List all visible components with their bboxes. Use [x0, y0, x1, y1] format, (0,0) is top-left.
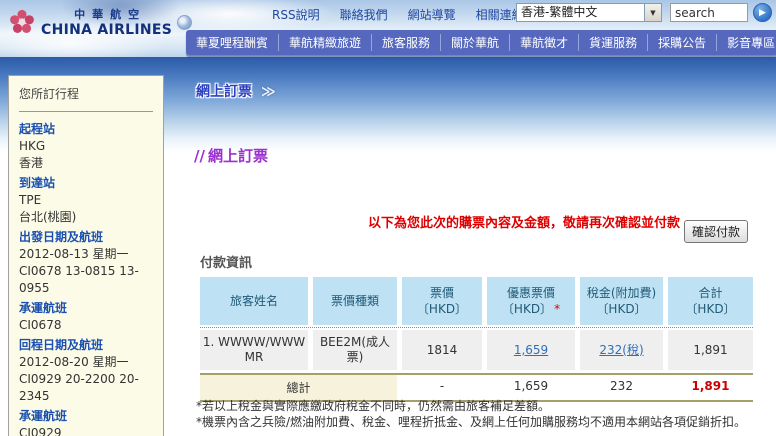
link-rss-info[interactable]: RSS說明 [272, 6, 320, 23]
sidebar-value-return-flight: CI0929 20-2200 20-2345 [19, 372, 139, 403]
sidebar-label-departure: 出發日期及航班 [19, 230, 104, 244]
header-total: 合計 〔HKD〕 [668, 277, 753, 325]
plum-blossom-icon [8, 8, 36, 36]
cell-row-total: 1,891 [668, 330, 753, 370]
sidebar-label-return: 回程日期及航班 [19, 338, 104, 352]
arrow-right-icon: ▶ [759, 7, 766, 18]
cell-fare-type: BEE2M(成人票) [313, 330, 397, 370]
search-input[interactable] [670, 3, 748, 22]
sidebar-label-operating-flight: 承運航班 [19, 301, 68, 315]
search-go-button[interactable]: ▶ [753, 3, 772, 22]
sidebar-value-operating-flight-return: CI0929 [19, 426, 62, 436]
total-tax: 232 [580, 375, 663, 400]
nav-item-careers[interactable]: 華航徵才 [509, 34, 578, 51]
link-contact-us[interactable]: 聯絡我們 [340, 6, 388, 23]
dotted-divider [200, 327, 753, 328]
cell-passenger-name: 1. WWWW/WWW MR [200, 330, 308, 370]
header-discount-fare: 優惠票價 〔HKD〕 * [487, 277, 575, 325]
sidebar-value-destination-code: TPE [19, 193, 42, 207]
nav-item-travel-packages[interactable]: 華航精緻旅遊 [278, 34, 371, 51]
language-select[interactable]: 香港-繁體中文 ▼ [516, 3, 662, 22]
cell-tax-link: 232(稅) [580, 330, 663, 370]
table-row: 1. WWWW/WWW MR BEE2M(成人票) 1814 1,659 232… [200, 330, 753, 370]
footnotes: *若以上稅金與實際應繳政府稅金不同時，仍然需由旅客補足差額。 *機票內含之兵險/… [196, 398, 746, 430]
itinerary-sidebar: 您所訂行程 起程站 HKG 香港 到達站 TPE 台北(桃園) 出發日期及航班 … [8, 75, 164, 436]
nav-item-about[interactable]: 關於華航 [440, 34, 509, 51]
sidebar-value-departure-date: 2012-08-13 星期一 [19, 247, 129, 261]
sidebar-value-destination-city: 台北(桃園) [19, 210, 77, 224]
page-title: //網上訂票 [194, 145, 268, 166]
breadcrumb[interactable]: 網上訂票 ≫ [196, 81, 276, 101]
sidebar-label-origin: 起程站 [19, 122, 56, 136]
topbar-links: RSS說明 聯絡我們 網站導覽 相關連結 [272, 6, 524, 23]
required-asterisk: * [554, 302, 561, 316]
page-title-text: 網上訂票 [207, 147, 268, 165]
main-navigation: 華夏哩程酬賓 華航精緻旅遊 旅客服務 關於華航 華航徵才 貨運服務 採購公告 影… [186, 30, 776, 55]
footnote-no-discount: *機票內含之兵險/燃油附加費、稅金、哩程折抵金、及網上任何加購服務均不適用本網站… [196, 415, 747, 429]
cell-fare: 1814 [402, 330, 482, 370]
tax-detail-link[interactable]: 232(稅) [599, 343, 643, 358]
nav-item-passenger-service[interactable]: 旅客服務 [371, 34, 440, 51]
title-slashes: // [194, 147, 205, 165]
sidebar-title: 您所訂行程 [19, 87, 80, 101]
total-discount-fare: 1,659 [487, 375, 575, 400]
sidebar-value-operating-flight: CI0678 [19, 318, 62, 332]
nav-item-cargo[interactable]: 貨運服務 [578, 34, 647, 51]
page: 中華航空 CHINA AIRLINES RSS說明 聯絡我們 網站導覽 相關連結… [0, 0, 776, 436]
logo-english-name: CHINA AIRLINES [41, 22, 173, 38]
grand-total: 1,891 [668, 375, 753, 400]
sidebar-value-departure-flight: CI0678 13-0815 13-0955 [19, 264, 139, 295]
chevron-down-icon[interactable]: ▼ [644, 4, 661, 21]
sidebar-label-operating-flight-return: 承運航班 [19, 409, 68, 423]
payment-info-title: 付款資訊 [200, 256, 253, 271]
header-fare-type: 票價種類 [313, 277, 397, 325]
nav-item-media[interactable]: 影音專區 [716, 34, 776, 51]
header-fare: 票價 〔HKD〕 [402, 277, 482, 325]
table-header-row: 旅客姓名 票價種類 票價 〔HKD〕 優惠票價 〔HKD〕 * 稅金(附加費) … [200, 277, 753, 325]
sidebar-value-origin-city: 香港 [19, 156, 44, 170]
logo-chinese-name: 中華航空 [74, 8, 147, 21]
language-selected-value: 香港-繁體中文 [521, 5, 598, 19]
sidebar-value-return-date: 2012-08-20 星期一 [19, 355, 129, 369]
sidebar-divider [19, 111, 153, 112]
header-tax-surcharge: 稅金(附加費) 〔HKD〕 [580, 277, 663, 325]
nav-item-procurement[interactable]: 採購公告 [647, 34, 716, 51]
globe-swirl-icon [177, 14, 193, 30]
china-airlines-logo[interactable]: 中華航空 CHINA AIRLINES [8, 6, 193, 38]
total-label: 總計 [200, 375, 397, 400]
logo-text: 中華航空 CHINA AIRLINES [41, 6, 172, 38]
breadcrumb-arrow-icon: ≫ [261, 84, 276, 100]
footnote-tax-difference: *若以上稅金與實際應繳政府稅金不同時，仍然需由旅客補足差額。 [196, 399, 551, 413]
header-passenger-name: 旅客姓名 [200, 277, 308, 325]
total-fare: - [402, 375, 482, 400]
confirm-payment-button[interactable]: 確認付款 [684, 220, 748, 243]
cell-discount-fare-link: 1,659 [487, 330, 575, 370]
nav-item-mileage-program[interactable]: 華夏哩程酬賓 [186, 34, 278, 51]
payment-confirmation-notice: 以下為您此次的購票內容及金額，敬請再次確認並付款 [367, 216, 680, 231]
sidebar-value-origin-code: HKG [19, 139, 46, 153]
discount-fare-link[interactable]: 1,659 [514, 343, 548, 358]
sidebar-label-destination: 到達站 [19, 176, 56, 190]
breadcrumb-label: 網上訂票 [196, 84, 252, 100]
payment-table: 旅客姓名 票價種類 票價 〔HKD〕 優惠票價 〔HKD〕 * 稅金(附加費) … [200, 277, 753, 402]
link-sitemap[interactable]: 網站導覽 [408, 6, 456, 23]
